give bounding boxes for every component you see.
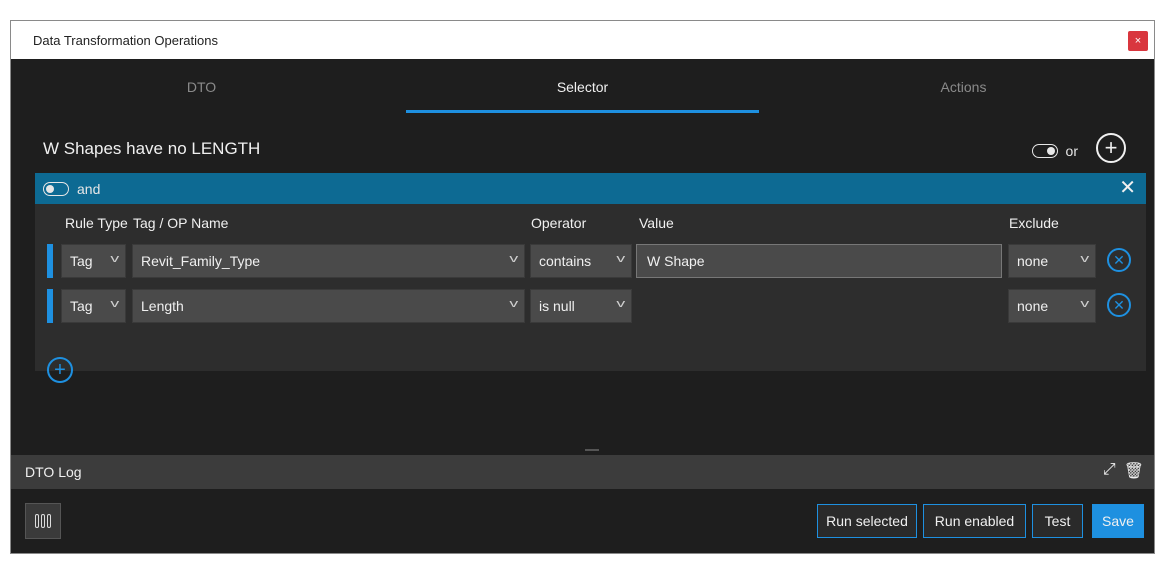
- col-operator: Operator: [531, 215, 587, 231]
- operator-value: is null: [539, 298, 575, 314]
- col-value: Value: [639, 215, 674, 231]
- chevron-down-icon: v: [1079, 298, 1089, 310]
- rule-type-select[interactable]: Tag v: [61, 289, 126, 323]
- and-toggle[interactable]: [43, 181, 69, 196]
- chevron-down-icon: v: [109, 253, 119, 265]
- run-enabled-button[interactable]: Run enabled: [923, 504, 1026, 538]
- test-button[interactable]: Test: [1032, 504, 1083, 538]
- rule-enabled-marker[interactable]: [47, 244, 53, 278]
- rule-row: Tag v Length v is null v none v ✕: [35, 285, 1146, 330]
- col-rule-type: Rule Type: [65, 215, 128, 231]
- tag-name-value: Revit_Family_Type: [141, 253, 261, 269]
- operator-select[interactable]: is null v: [530, 289, 632, 323]
- rule-enabled-marker[interactable]: [47, 289, 53, 323]
- add-group-button[interactable]: +: [1096, 133, 1126, 163]
- value-input[interactable]: W Shape: [636, 244, 1002, 278]
- panel-splitter[interactable]: [585, 449, 599, 451]
- column-headers: Rule Type Tag / OP Name Operator Value E…: [35, 204, 1146, 240]
- or-toggle[interactable]: [1031, 144, 1058, 158]
- chevron-down-icon: v: [615, 253, 625, 265]
- chevron-down-icon: v: [109, 298, 119, 310]
- chevron-down-icon: v: [1079, 253, 1089, 265]
- window-title: Data Transformation Operations: [33, 32, 218, 48]
- save-button[interactable]: Save: [1092, 504, 1144, 538]
- tab-selector[interactable]: Selector: [392, 59, 773, 115]
- operator-value: contains: [539, 253, 592, 269]
- title-bar: Data Transformation Operations ×: [11, 21, 1154, 59]
- tag-name-select[interactable]: Revit_Family_Type v: [132, 244, 525, 278]
- chevron-down-icon: v: [508, 253, 518, 265]
- remove-rule-icon[interactable]: ✕: [1107, 293, 1131, 317]
- and-label: and: [77, 180, 101, 197]
- value-text: W Shape: [647, 253, 705, 269]
- add-rule-button[interactable]: +: [47, 357, 73, 383]
- footer-bar: Run selected Run enabled Test Save: [11, 489, 1154, 553]
- chevron-down-icon: v: [508, 298, 518, 310]
- exclude-value: none: [1017, 253, 1049, 269]
- exclude-value: none: [1017, 298, 1049, 314]
- group-header: and ✕: [35, 173, 1146, 204]
- chevron-down-icon: v: [615, 298, 625, 310]
- or-label: or: [1065, 143, 1078, 159]
- rule-type-value: Tag: [70, 298, 93, 314]
- rule-group: and ✕ Rule Type Tag / OP Name Operator V…: [35, 173, 1146, 383]
- col-tag-name: Tag / OP Name: [133, 215, 229, 231]
- selector-header: W Shapes have no LENGTH or +: [11, 131, 1154, 171]
- selector-title: W Shapes have no LENGTH: [43, 139, 261, 158]
- trash-icon[interactable]: 🗑: [1124, 461, 1144, 481]
- rule-type-select[interactable]: Tag v: [61, 244, 126, 278]
- dto-log-label: DTO Log: [25, 464, 82, 480]
- tab-actions[interactable]: Actions: [773, 59, 1154, 115]
- col-exclude: Exclude: [1009, 215, 1059, 231]
- close-window-button[interactable]: ×: [1128, 31, 1148, 51]
- columns-icon[interactable]: [25, 503, 61, 539]
- remove-rule-icon[interactable]: ✕: [1107, 248, 1131, 272]
- expand-icon[interactable]: ⤢: [1103, 461, 1116, 481]
- or-toggle-group: or: [1031, 143, 1078, 159]
- rule-row: Tag v Revit_Family_Type v contains v W S…: [35, 240, 1146, 285]
- close-group-icon[interactable]: ✕: [1119, 177, 1136, 199]
- exclude-select[interactable]: none v: [1008, 289, 1096, 323]
- dto-log-bar: DTO Log ⤢ 🗑: [11, 455, 1154, 489]
- tag-name-select[interactable]: Length v: [132, 289, 525, 323]
- tab-bar: DTO Selector Actions: [11, 59, 1154, 115]
- dto-window: Data Transformation Operations × DTO Sel…: [10, 20, 1155, 554]
- tab-dto[interactable]: DTO: [11, 59, 392, 115]
- run-selected-button[interactable]: Run selected: [817, 504, 917, 538]
- exclude-select[interactable]: none v: [1008, 244, 1096, 278]
- tag-name-value: Length: [141, 298, 184, 314]
- operator-select[interactable]: contains v: [530, 244, 632, 278]
- rule-type-value: Tag: [70, 253, 93, 269]
